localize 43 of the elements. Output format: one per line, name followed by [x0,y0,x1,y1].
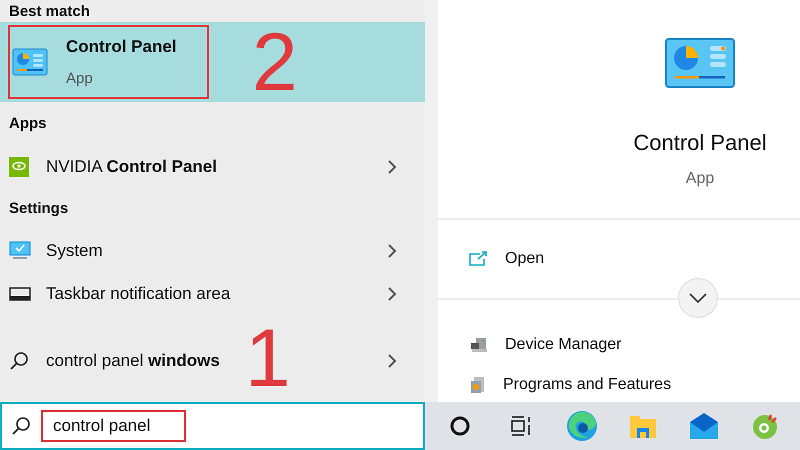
expand-button[interactable] [678,278,718,318]
search-text: control panel [41,410,186,442]
chevron-right-icon [387,159,397,175]
result-title: Control Panel [66,36,177,58]
related-item[interactable]: Programs and Features [438,374,800,396]
related-item[interactable]: Device Manager [438,334,800,356]
result-item[interactable]: control panel windows [44,348,222,374]
chevron-right-icon [387,286,397,302]
control-panel-icon [12,48,48,76]
folder-icon[interactable] [629,413,658,439]
action-label: Open [505,249,544,269]
result-item[interactable]: System [44,238,105,264]
open-window-icon [468,251,488,267]
section-header: Settings [9,198,68,219]
preview-title: Control Panel [633,129,767,157]
result-item[interactable]: NVIDIA Control Panel [44,154,219,180]
search-box[interactable]: control panel [0,402,425,450]
related-label: Programs and Features [503,375,672,395]
search-icon [11,416,31,436]
monitor-icon [9,241,31,261]
result-type: App [66,68,94,88]
circle-icon[interactable] [450,416,470,436]
chevron-down-icon [689,293,707,303]
taskbar-icon [9,287,31,301]
preview-type: App [686,169,714,189]
computer-icon [470,337,488,353]
related-label: Device Manager [505,335,622,355]
programs-icon [470,376,486,394]
section-header: Best match [9,4,90,18]
control-panel-icon [665,38,735,88]
app-icon[interactable] [751,412,780,440]
nvidia-icon [9,157,29,177]
task-view-icon[interactable] [510,416,531,436]
step-number: 1 [245,318,291,400]
browser-icon[interactable] [566,410,598,442]
result-item[interactable]: Taskbar notification area [44,281,232,307]
search-icon [9,351,29,371]
mail-icon[interactable] [689,412,720,440]
step-number: 2 [252,22,298,104]
chevron-right-icon [387,353,397,369]
action-item[interactable]: Open [438,220,800,298]
chevron-right-icon [387,243,397,259]
section-header: Apps [9,114,46,134]
